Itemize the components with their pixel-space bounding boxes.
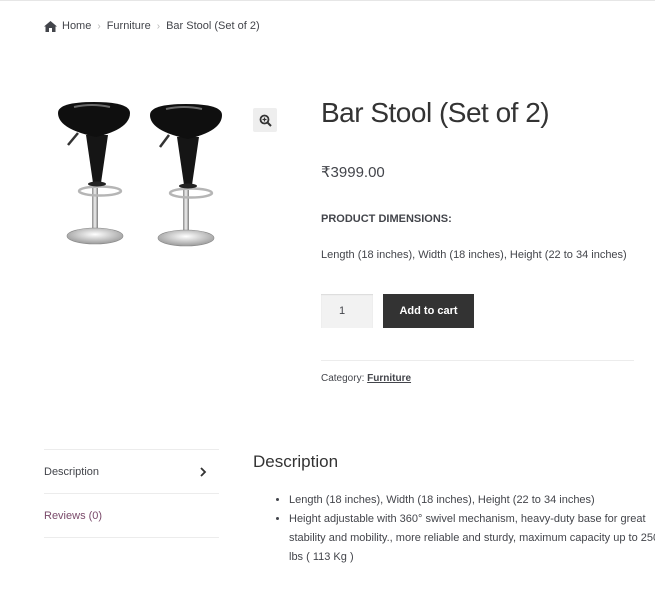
category-label: Category: bbox=[321, 373, 365, 384]
add-to-cart-button[interactable]: Add to cart bbox=[383, 294, 474, 328]
product-category: Category: Furniture bbox=[321, 373, 411, 384]
breadcrumb: Home › Furniture › Bar Stool (Set of 2) bbox=[44, 20, 260, 32]
tab-label: Description bbox=[44, 465, 100, 478]
description-heading: Description bbox=[253, 452, 339, 471]
divider bbox=[321, 360, 634, 361]
chevron-right-icon bbox=[200, 466, 207, 477]
dimensions-text: Length (18 inches), Width (18 inches), H… bbox=[321, 249, 627, 261]
product-tabs: Description Reviews (0) bbox=[44, 449, 219, 538]
breadcrumb-separator: › bbox=[97, 20, 101, 32]
list-item: Height adjustable with 360° swivel mecha… bbox=[289, 510, 655, 567]
quantity-input[interactable] bbox=[321, 294, 373, 328]
tab-label: Reviews (0) bbox=[44, 509, 103, 522]
list-item: Length (18 inches), Width (18 inches), H… bbox=[289, 491, 655, 510]
tab-description[interactable]: Description bbox=[44, 449, 219, 493]
stool-left bbox=[58, 102, 130, 245]
top-border bbox=[0, 0, 655, 1]
product-title: Bar Stool (Set of 2) bbox=[321, 97, 550, 128]
category-link[interactable]: Furniture bbox=[367, 373, 411, 384]
breadcrumb-separator: › bbox=[156, 20, 161, 32]
product-price: ₹3999.00 bbox=[321, 164, 385, 181]
tab-reviews[interactable]: Reviews (0) bbox=[44, 493, 219, 538]
zoom-icon bbox=[259, 114, 272, 127]
zoom-button[interactable] bbox=[253, 108, 277, 132]
dimensions-heading: PRODUCT DIMENSIONS: bbox=[321, 213, 452, 225]
stool-right bbox=[150, 104, 222, 247]
description-list: Length (18 inches), Width (18 inches), H… bbox=[270, 491, 655, 567]
breadcrumb-category-link[interactable]: Furniture bbox=[107, 20, 151, 32]
home-icon[interactable] bbox=[44, 20, 57, 32]
bar-stool-image bbox=[58, 102, 222, 247]
breadcrumb-home-link[interactable]: Home bbox=[62, 20, 91, 32]
product-image[interactable] bbox=[44, 93, 278, 259]
breadcrumb-current: Bar Stool (Set of 2) bbox=[166, 20, 260, 32]
